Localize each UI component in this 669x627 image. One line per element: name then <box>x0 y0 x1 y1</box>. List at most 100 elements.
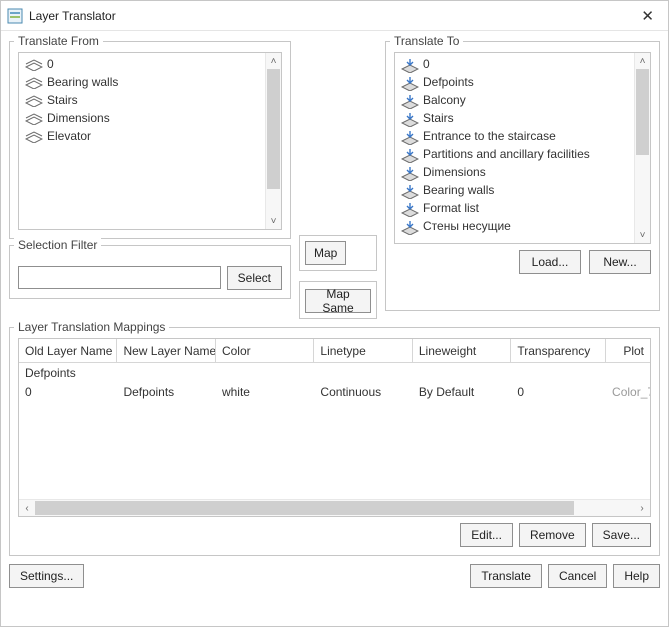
table-group-row[interactable]: Defpoints <box>19 363 650 382</box>
th-linetype[interactable]: Linetype <box>314 339 412 363</box>
layer-down-icon <box>401 95 417 105</box>
list-item-label: Stairs <box>423 111 454 125</box>
list-item[interactable]: Dimensions <box>19 109 265 127</box>
layer-down-icon <box>401 167 417 177</box>
translate-from-group: Translate From 0Bearing wallsStairsDimen… <box>9 41 291 239</box>
layer-down-icon <box>401 113 417 123</box>
th-transparency[interactable]: Transparency <box>511 339 606 363</box>
list-item-label: 0 <box>47 57 54 71</box>
scroll-up-icon[interactable]: ˄ <box>635 53 650 69</box>
list-item-label: Stairs <box>47 93 78 107</box>
cell-color: white <box>216 384 314 400</box>
mappings-group: Layer Translation Mappings Old Layer Nam… <box>9 327 660 556</box>
list-item[interactable]: Стены несущие <box>395 217 634 235</box>
list-item[interactable]: Balcony <box>395 91 634 109</box>
scroll-down-icon[interactable]: ˅ <box>635 227 650 243</box>
save-button[interactable]: Save... <box>592 523 651 547</box>
layer-down-icon <box>401 131 417 141</box>
map-button[interactable]: Map <box>305 241 346 265</box>
layer-icon <box>25 95 41 105</box>
map-same-button-wrap: Map Same <box>299 281 377 319</box>
list-item[interactable]: Format list <box>395 199 634 217</box>
scroll-right-icon[interactable]: › <box>634 503 650 514</box>
layer-down-icon <box>401 203 417 213</box>
app-icon <box>7 8 23 24</box>
table-header: Old Layer Name New Layer Name Color Line… <box>19 339 650 363</box>
th-old[interactable]: Old Layer Name <box>19 339 117 363</box>
list-item-label: Стены несущие <box>423 219 511 233</box>
scroll-thumb[interactable] <box>636 69 649 155</box>
list-item-label: Dimensions <box>47 111 110 125</box>
group-cell: Defpoints <box>19 365 123 381</box>
scrollbar-from[interactable]: ˄ ˅ <box>265 53 281 229</box>
th-lineweight[interactable]: Lineweight <box>413 339 511 363</box>
cell-transparency: 0 <box>511 384 606 400</box>
list-item[interactable]: Dimensions <box>395 163 634 181</box>
list-item-label: Balcony <box>423 93 466 107</box>
cell-lineweight: By Default <box>413 384 511 400</box>
edit-button[interactable]: Edit... <box>460 523 513 547</box>
scroll-thumb[interactable] <box>35 501 574 515</box>
layer-icon <box>25 77 41 87</box>
scroll-down-icon[interactable]: ˅ <box>266 213 281 229</box>
cancel-button[interactable]: Cancel <box>548 564 607 588</box>
list-item-label: Bearing walls <box>47 75 118 89</box>
table-row[interactable]: 0DefpointswhiteContinuousBy Default0Colo… <box>19 382 650 401</box>
layer-down-icon <box>401 77 417 87</box>
list-item-label: Elevator <box>47 129 91 143</box>
list-item-label: Format list <box>423 201 479 215</box>
translate-to-group: Translate To 0DefpointsBalconyStairsEntr… <box>385 41 660 311</box>
list-item-label: Defpoints <box>423 75 474 89</box>
mappings-label: Layer Translation Mappings <box>14 320 169 334</box>
translate-to-label: Translate To <box>390 34 463 48</box>
list-item[interactable]: Partitions and ancillary facilities <box>395 145 634 163</box>
bottom-bar: Settings... Translate Cancel Help <box>1 556 668 596</box>
window-title: Layer Translator <box>29 9 116 23</box>
layer-icon <box>25 113 41 123</box>
titlebar: Layer Translator ✕ <box>1 1 668 31</box>
list-item-label: Partitions and ancillary facilities <box>423 147 590 161</box>
scroll-up-icon[interactable]: ˄ <box>266 53 281 69</box>
layer-down-icon <box>401 221 417 231</box>
layer-icon <box>25 59 41 69</box>
scroll-left-icon[interactable]: ‹ <box>19 503 35 514</box>
translate-from-list[interactable]: 0 Bearing walls Stairs Dimensions Elevator ˄… <box>18 52 282 230</box>
th-new[interactable]: New Layer Name <box>117 339 215 363</box>
th-color[interactable]: Color <box>216 339 314 363</box>
th-plot[interactable]: Plot <box>606 339 650 363</box>
cell-linetype: Continuous <box>314 384 412 400</box>
scroll-thumb[interactable] <box>267 69 280 189</box>
translate-to-list[interactable]: 0 Defpoints Balcony Stairs Entrance to the s… <box>394 52 651 244</box>
horizontal-scrollbar[interactable]: ‹ › <box>19 499 650 516</box>
layer-down-icon <box>401 59 417 69</box>
list-item[interactable]: Bearing walls <box>395 181 634 199</box>
list-item[interactable]: Defpoints <box>395 73 634 91</box>
list-item-label: 0 <box>423 57 430 71</box>
list-item-label: Entrance to the staircase <box>423 129 556 143</box>
select-button[interactable]: Select <box>227 266 282 290</box>
translate-from-label: Translate From <box>14 34 103 48</box>
map-button-wrap: Map <box>299 235 377 271</box>
list-item[interactable]: Stairs <box>395 109 634 127</box>
selection-filter-input[interactable] <box>18 266 221 289</box>
cell-new: Defpoints <box>117 384 215 400</box>
list-item[interactable]: Elevator <box>19 127 265 145</box>
map-same-button[interactable]: Map Same <box>305 289 371 313</box>
list-item[interactable]: Stairs <box>19 91 265 109</box>
settings-button[interactable]: Settings... <box>9 564 84 588</box>
list-item[interactable]: Entrance to the staircase <box>395 127 634 145</box>
help-button[interactable]: Help <box>613 564 660 588</box>
translate-button[interactable]: Translate <box>470 564 542 588</box>
scrollbar-to[interactable]: ˄ ˅ <box>634 53 650 243</box>
mappings-table[interactable]: Old Layer Name New Layer Name Color Line… <box>18 338 651 517</box>
new-button[interactable]: New... <box>589 250 651 274</box>
remove-button[interactable]: Remove <box>519 523 586 547</box>
close-button[interactable]: ✕ <box>635 5 660 27</box>
list-item[interactable]: 0 <box>395 55 634 73</box>
load-button[interactable]: Load... <box>519 250 581 274</box>
cell-plot: Color_7 <box>606 384 650 400</box>
layer-down-icon <box>401 149 417 159</box>
list-item[interactable]: 0 <box>19 55 265 73</box>
list-item[interactable]: Bearing walls <box>19 73 265 91</box>
list-item-label: Dimensions <box>423 165 486 179</box>
